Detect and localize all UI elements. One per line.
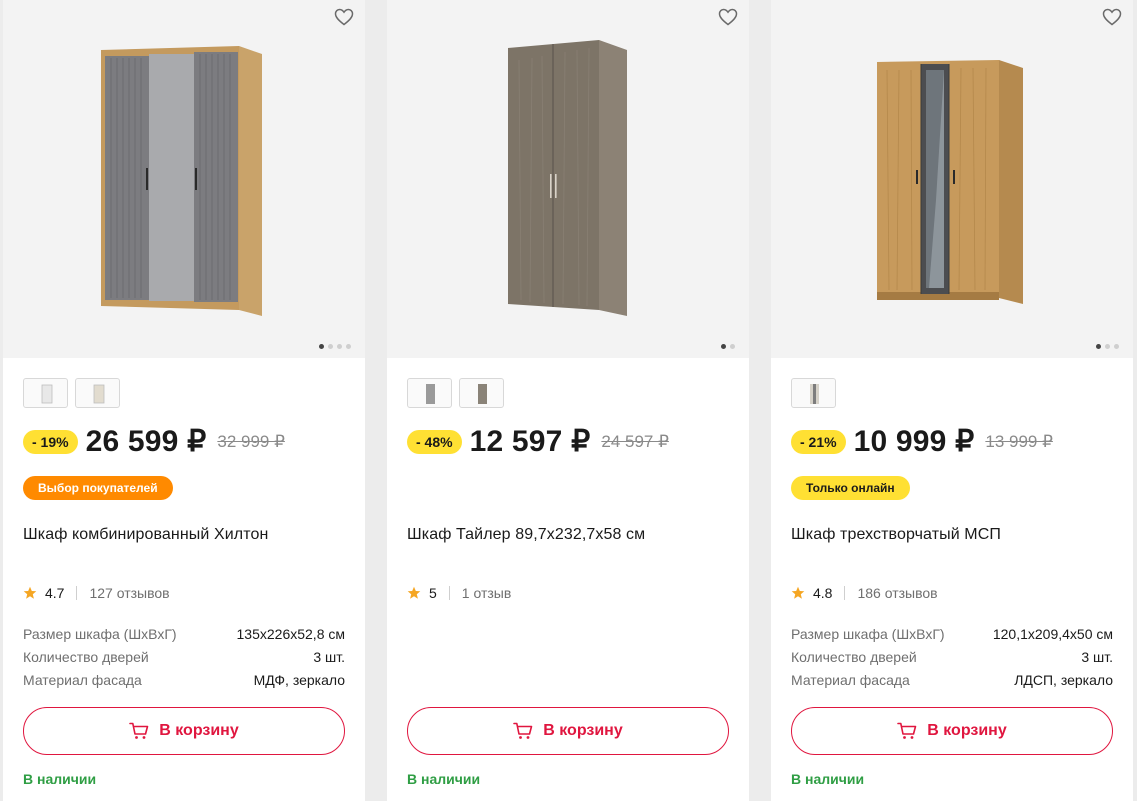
color-variant-thumb[interactable] [23,378,68,408]
current-price: 10 999 ₽ [853,425,975,458]
in-stock-status: В наличии [23,771,97,787]
price-row: - 48% 12 597 ₽ 24 597 ₽ [407,424,669,459]
add-to-cart-button[interactable]: В корзину [407,707,729,755]
spec-label: Размер шкафа (ШхВхГ) [791,626,945,642]
add-to-cart-button[interactable]: В корзину [791,707,1113,755]
favorite-heart-icon[interactable] [334,8,354,26]
reviews-count[interactable]: 1 отзыв [462,585,512,601]
product-title[interactable]: Шкаф Тайлер 89,7x232,7x58 см [407,526,645,544]
spec-value: 3 шт. [313,649,345,665]
color-variant-thumb[interactable] [407,378,452,408]
rating-value: 5 [429,585,437,601]
old-price: 32 999 ₽ [217,431,285,451]
spec-value: МДФ, зеркало [253,672,345,688]
discount-badge: - 48% [407,429,462,454]
gallery-dot[interactable] [721,344,726,349]
cart-icon [897,722,917,739]
gallery-dots[interactable] [721,344,735,349]
add-to-cart-label: В корзину [543,722,623,739]
gallery-dots[interactable] [319,344,351,349]
product-rating[interactable]: 5 1 отзыв [407,585,511,601]
old-price: 24 597 ₽ [601,431,669,451]
cart-icon [129,722,149,739]
spec-row: Размер шкафа (ШхВхГ) 120,1x209,4x50 см [791,624,1113,647]
spec-row: Материал фасада МДФ, зеркало [23,670,345,693]
spec-value: 120,1x209,4x50 см [992,626,1113,642]
gallery-dot[interactable] [730,344,735,349]
current-price: 12 597 ₽ [469,425,591,458]
spec-row: Размер шкафа (ШхВхГ) 135x226x52,8 см [23,624,345,647]
add-to-cart-label: В корзину [159,722,239,739]
product-gallery[interactable] [387,0,749,358]
product-title[interactable]: Шкаф трехстворчатый МСП [791,526,1001,544]
gallery-dots[interactable] [1096,344,1119,349]
divider [76,586,78,600]
color-variants [791,378,836,408]
favorite-heart-icon[interactable] [1102,8,1122,26]
wardrobe-oak-mirror-image[interactable] [771,0,1133,358]
spec-value: 3 шт. [1081,649,1113,665]
spec-label: Количество дверей [791,649,917,665]
gallery-dot[interactable] [328,344,333,349]
price-row: - 21% 10 999 ₽ 13 999 ₽ [791,424,1053,459]
in-stock-status: В наличии [407,771,481,787]
color-variant-thumb[interactable] [791,378,836,408]
spec-label: Материал фасада [791,672,910,688]
online-only-badge: Только онлайн [791,476,910,500]
wardrobe-gray-mirror-image[interactable] [3,0,365,358]
product-card[interactable]: - 21% 10 999 ₽ 13 999 ₽ Только онлайн Шк… [771,0,1133,801]
color-variants [23,378,120,408]
gallery-dot[interactable] [337,344,342,349]
gallery-dot[interactable] [1096,344,1101,349]
product-card[interactable]: - 19% 26 599 ₽ 32 999 ₽ Выбор покупателе… [3,0,365,801]
gallery-dot[interactable] [1114,344,1119,349]
spec-label: Количество дверей [23,649,149,665]
gallery-dot[interactable] [1105,344,1110,349]
star-icon [791,586,805,599]
in-stock-status: В наличии [791,771,865,787]
current-price: 26 599 ₽ [85,425,207,458]
add-to-cart-label: В корзину [927,722,1007,739]
spec-value: 135x226x52,8 см [236,626,345,642]
gallery-dot[interactable] [346,344,351,349]
product-grid: - 19% 26 599 ₽ 32 999 ₽ Выбор покупателе… [0,0,1137,801]
rating-value: 4.7 [45,585,65,601]
wardrobe-gray-oak-image[interactable] [387,0,749,358]
star-icon [407,586,421,599]
spec-value: ЛДСП, зеркало [1014,672,1113,688]
favorite-heart-icon[interactable] [718,8,738,26]
cart-icon [513,722,533,739]
product-specs: Размер шкафа (ШхВхГ) 120,1x209,4x50 см К… [791,624,1113,693]
spec-row: Материал фасада ЛДСП, зеркало [791,670,1113,693]
rating-value: 4.8 [813,585,833,601]
spec-row: Количество дверей 3 шт. [23,647,345,670]
product-rating[interactable]: 4.8 186 отзывов [791,585,938,601]
reviews-count[interactable]: 186 отзывов [857,585,937,601]
price-row: - 19% 26 599 ₽ 32 999 ₽ [23,424,285,459]
reviews-count[interactable]: 127 отзывов [89,585,169,601]
buyers-choice-badge: Выбор покупателей [23,476,173,500]
color-variant-thumb[interactable] [75,378,120,408]
product-card[interactable]: - 48% 12 597 ₽ 24 597 ₽ Шкаф Тайлер 89,7… [387,0,749,801]
product-title[interactable]: Шкаф комбинированный Хилтон [23,526,268,544]
discount-badge: - 19% [23,429,78,454]
product-gallery[interactable] [3,0,365,358]
add-to-cart-button[interactable]: В корзину [23,707,345,755]
gallery-dot[interactable] [319,344,324,349]
product-gallery[interactable] [771,0,1133,358]
spec-label: Материал фасада [23,672,142,688]
product-rating[interactable]: 4.7 127 отзывов [23,585,170,601]
divider [448,586,450,600]
color-variant-thumb[interactable] [459,378,504,408]
discount-badge: - 21% [791,429,846,454]
color-variants [407,378,504,408]
spec-label: Размер шкафа (ШхВхГ) [23,626,177,642]
star-icon [23,586,37,599]
spec-row: Количество дверей 3 шт. [791,647,1113,670]
old-price: 13 999 ₽ [985,431,1053,451]
product-specs: Размер шкафа (ШхВхГ) 135x226x52,8 см Кол… [23,624,345,693]
divider [844,586,846,600]
